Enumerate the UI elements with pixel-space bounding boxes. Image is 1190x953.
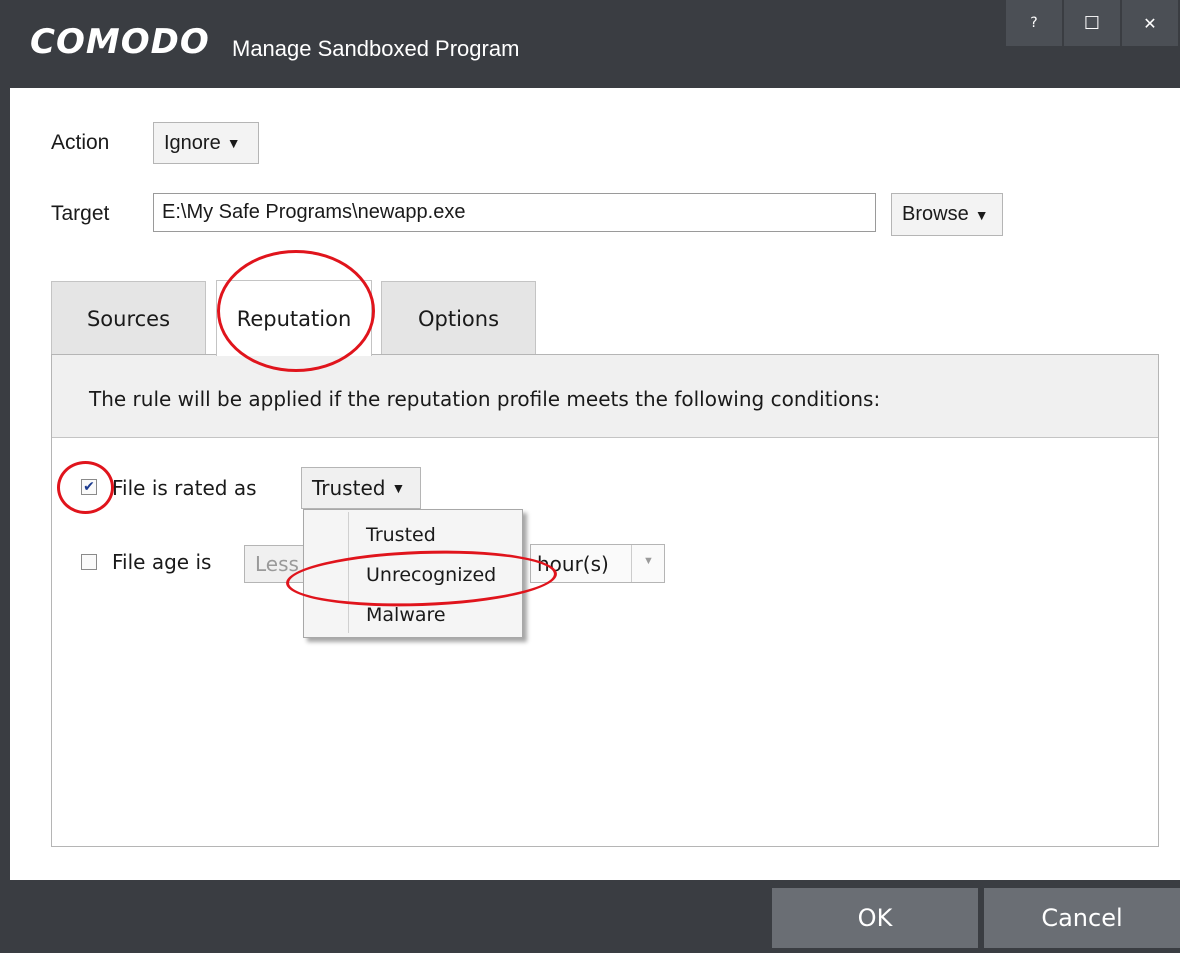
age-unit-value: hour(s) bbox=[537, 551, 609, 576]
rated-checkbox[interactable]: ✔ bbox=[81, 479, 97, 495]
menu-item-trusted[interactable]: Trusted bbox=[366, 524, 436, 546]
menu-item-malware[interactable]: Malware bbox=[366, 604, 446, 626]
tab-reputation-label: Reputation bbox=[236, 306, 352, 331]
menu-gutter bbox=[348, 512, 349, 633]
rating-dropdown-menu: Trusted Unrecognized Malware bbox=[303, 509, 523, 638]
menu-item-unrecognized[interactable]: Unrecognized bbox=[366, 564, 496, 586]
target-value: E:\My Safe Programs\newapp.exe bbox=[162, 201, 466, 223]
tab-options-label: Options bbox=[417, 306, 500, 331]
age-label: File age is bbox=[112, 550, 212, 574]
panel-header: The rule will be applied if the reputati… bbox=[52, 355, 1158, 438]
dialog-title: Manage Sandboxed Program bbox=[232, 36, 520, 61]
select-divider bbox=[631, 545, 632, 582]
target-label: Target bbox=[51, 202, 110, 225]
age-checkbox[interactable] bbox=[81, 554, 97, 570]
chevron-down-icon: ▼ bbox=[226, 135, 241, 151]
rating-value: Trusted bbox=[312, 476, 386, 500]
maximize-button[interactable]: ☐ bbox=[1064, 0, 1120, 46]
title-bar: COMODO Manage Sandboxed Program ? ☐ ✕ bbox=[0, 0, 1180, 88]
rating-select[interactable]: Trusted ▼ bbox=[301, 467, 421, 509]
age-comparator-value: Less bbox=[255, 552, 299, 576]
chevron-down-icon: ▼ bbox=[643, 555, 654, 567]
rated-label: File is rated as bbox=[112, 476, 257, 500]
target-field[interactable]: E:\My Safe Programs\newapp.exe bbox=[153, 193, 876, 232]
tab-reputation[interactable]: Reputation bbox=[216, 280, 372, 356]
tab-options[interactable]: Options bbox=[381, 281, 536, 355]
action-label: Action bbox=[51, 131, 110, 154]
tab-sources-label: Sources bbox=[86, 306, 171, 331]
cancel-button[interactable]: Cancel bbox=[984, 888, 1180, 948]
browse-button[interactable]: Browse ▼ bbox=[891, 193, 1003, 236]
age-unit-select[interactable]: hour(s) ▼ bbox=[530, 544, 665, 583]
action-value: Ignore bbox=[164, 131, 221, 154]
chevron-down-icon: ▼ bbox=[391, 480, 406, 496]
close-icon: ✕ bbox=[1143, 13, 1157, 33]
comodo-logo: COMODO bbox=[30, 22, 210, 62]
action-select[interactable]: Ignore ▼ bbox=[153, 122, 259, 164]
panel-description: The rule will be applied if the reputati… bbox=[89, 387, 881, 411]
ok-button[interactable]: OK bbox=[772, 888, 978, 948]
close-button[interactable]: ✕ bbox=[1122, 0, 1178, 46]
checkmark-icon: ✔ bbox=[83, 479, 95, 495]
maximize-icon: ☐ bbox=[1083, 12, 1101, 34]
help-icon: ? bbox=[1030, 15, 1038, 31]
help-button[interactable]: ? bbox=[1006, 0, 1062, 46]
chevron-down-icon: ▼ bbox=[974, 206, 989, 223]
browse-label: Browse bbox=[902, 203, 969, 225]
tab-sources[interactable]: Sources bbox=[51, 281, 206, 355]
reputation-panel: The rule will be applied if the reputati… bbox=[51, 354, 1159, 847]
